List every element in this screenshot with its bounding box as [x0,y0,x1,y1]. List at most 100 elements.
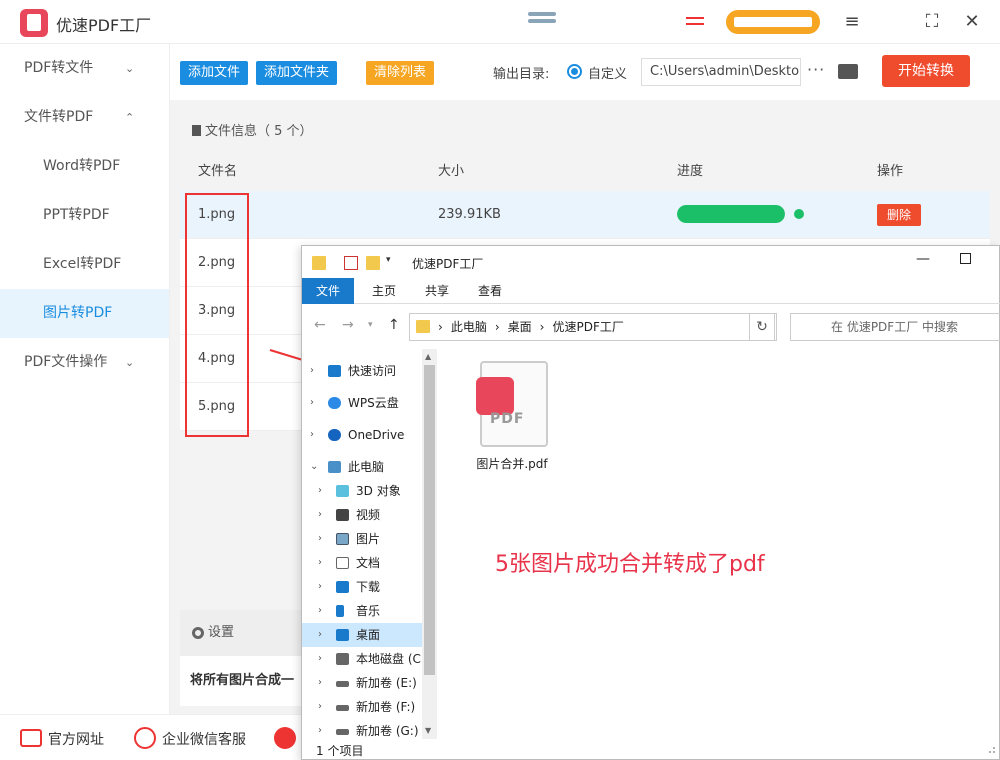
maximize-icon[interactable] [960,253,971,264]
nav-item-wps-cloud[interactable]: › WPS云盘 [302,391,422,415]
scroll-down-icon[interactable]: ▼ [425,726,431,735]
nav-item-drive-c[interactable]: › 本地磁盘 (C: [302,647,425,671]
sidebar-item-pdf-to-file[interactable]: PDF转文件 ⌄ [0,44,169,93]
onedrive-icon [328,429,341,441]
start-convert-button[interactable]: 开始转换 [882,55,970,87]
tab-share[interactable]: 共享 [411,278,463,304]
menu-icon[interactable]: ≡ [840,10,864,34]
col-header-name: 文件名 [198,164,238,179]
custom-radio-label[interactable]: 自定义 [588,63,627,82]
nav-item-onedrive[interactable]: › OneDrive [302,423,422,447]
custom-radio[interactable] [567,64,582,79]
explorer-title-bar: ▾ 优速PDF工厂 — [302,246,1000,278]
sidebar-item-label: Excel转PDF [43,256,122,272]
gear-icon [192,627,204,639]
sidebar-item-ppt-to-pdf[interactable]: PPT转PDF [0,191,169,240]
tab-file[interactable]: 文件 [302,278,355,304]
file-info-label: 文件信息（ 5 个） [205,124,313,139]
sidebar-item-label: PDF转文件 [24,60,94,76]
properties-icon[interactable] [344,256,358,270]
nav-item-desktop[interactable]: › 桌面 [302,623,422,647]
nav-item-drive-f[interactable]: › 新加卷 (F:) [302,695,422,719]
scroll-thumb[interactable] [424,365,435,675]
sidebar-item-word-to-pdf[interactable]: Word转PDF [0,142,169,191]
nav-item-music[interactable]: › 音乐 [302,599,422,623]
forward-icon[interactable]: → [342,317,354,333]
nav-item-this-pc[interactable]: ⌄ 此电脑 [302,455,422,479]
tab-home[interactable]: 主页 [358,278,410,304]
scroll-up-icon[interactable]: ▲ [425,352,431,361]
sidebar: PDF转文件 ⌄ 文件转PDF ⌃ Word转PDF PPT转PDF Excel… [0,44,170,714]
sidebar-item-pdf-operations[interactable]: PDF文件操作 ⌄ [0,338,169,387]
sidebar-item-excel-to-pdf[interactable]: Excel转PDF [0,240,169,289]
tab-view[interactable]: 查看 [464,278,516,304]
wechat-support-link[interactable]: 企业微信客服 [162,729,246,749]
resize-grip-icon[interactable] [986,746,996,756]
file-name-label: 图片合并.pdf [476,457,548,471]
file-info-header: 文件信息（ 5 个） [180,110,990,153]
breadcrumb-this-pc[interactable]: 此电脑 [451,320,487,334]
nav-item-videos[interactable]: › 视频 [302,503,422,527]
add-file-button[interactable]: 添加文件 [180,61,249,85]
sidebar-item-label: PDF文件操作 [24,354,108,370]
explorer-title: 优速PDF工厂 [412,257,484,271]
nav-scrollbar[interactable]: ▲ ▼ [422,349,437,739]
output-path-input[interactable]: C:\Users\admin\Deskto [641,58,801,86]
delete-button[interactable]: 删除 [877,204,921,226]
document-icon [192,125,201,136]
up-icon[interactable]: ↑ [388,317,400,333]
close-icon[interactable]: ✕ [960,10,984,34]
add-folder-button[interactable]: 添加文件夹 [256,61,338,85]
new-folder-icon[interactable] [366,256,380,270]
table-header: 文件名 大小 进度 操作 [180,153,990,191]
sidebar-item-file-to-pdf[interactable]: 文件转PDF ⌃ [0,93,169,142]
maximize-icon[interactable]: ⛶ [920,10,944,34]
sidebar-item-label: PPT转PDF [43,207,110,223]
back-icon[interactable]: ← [314,317,326,333]
minimize-icon[interactable]: — [916,251,930,267]
nav-item-downloads[interactable]: › 下载 [302,575,422,599]
folder-icon[interactable] [838,64,858,79]
drive-icon [336,729,349,735]
table-row[interactable]: 1.png 239.91KB 删除 [180,191,990,239]
skin-icon[interactable] [528,12,556,30]
progress-fill [677,205,785,223]
drive-icon [336,681,349,687]
more-icon[interactable]: ··· [807,60,825,79]
address-bar[interactable]: › 此电脑 › 桌面 › 优速PDF工厂 [409,313,777,341]
nav-item-drive-e[interactable]: › 新加卷 (E:) [302,671,422,695]
clear-list-button[interactable]: 清除列表 [366,61,435,85]
settings-label: 设置 [208,625,235,640]
progress-bar [677,205,785,223]
cloud-icon [328,397,341,409]
video-icon [336,509,349,521]
breadcrumb-desktop[interactable]: 桌面 [508,320,532,334]
search-input[interactable]: 在 优速PDF工厂 中搜索 [790,313,1000,341]
nav-item-quick-access[interactable]: › 快速访问 [302,359,422,383]
qq-icon[interactable] [274,727,296,749]
nav-item-pictures[interactable]: › 图片 [302,527,422,551]
recent-chevron-icon[interactable]: ▾ [368,320,373,330]
highlight-box [185,193,249,437]
nav-item-3d-objects[interactable]: › 3D 对象 [302,479,422,503]
website-link[interactable]: 官方网址 [48,729,104,749]
nav-item-documents[interactable]: › 文档 [302,551,422,575]
sidebar-item-image-to-pdf[interactable]: 图片转PDF [0,289,169,338]
nav-item-drive-g[interactable]: › 新加卷 (G:) [302,719,422,737]
navigation-pane: › 快速访问 › WPS云盘 › OneDrive ⌄ 此电脑 › 3D 对象 › 视频 ›… [302,349,437,739]
download-icon [336,581,349,593]
document-icon [336,557,349,569]
redacted-mark [686,17,704,27]
file-item-pdf[interactable]: PDF 图片合并.pdf [472,361,552,472]
website-icon [20,729,42,747]
refresh-icon[interactable]: ↻ [749,313,775,341]
user-badge[interactable] [726,10,820,34]
chevron-up-icon: ⌃ [125,111,135,124]
toolbar: 添加文件 添加文件夹 清除列表 输出目录: 自定义 C:\Users\admin… [170,44,1000,100]
title-bar: 优速PDF工厂 ≡ ⛶ ✕ [0,0,1000,44]
output-dir-label: 输出目录: [493,67,550,82]
chevron-down-icon[interactable]: ▾ [386,255,400,269]
chevron-down-icon: ⌄ [125,356,135,369]
breadcrumb-folder[interactable]: 优速PDF工厂 [552,320,623,334]
music-icon [336,605,344,617]
